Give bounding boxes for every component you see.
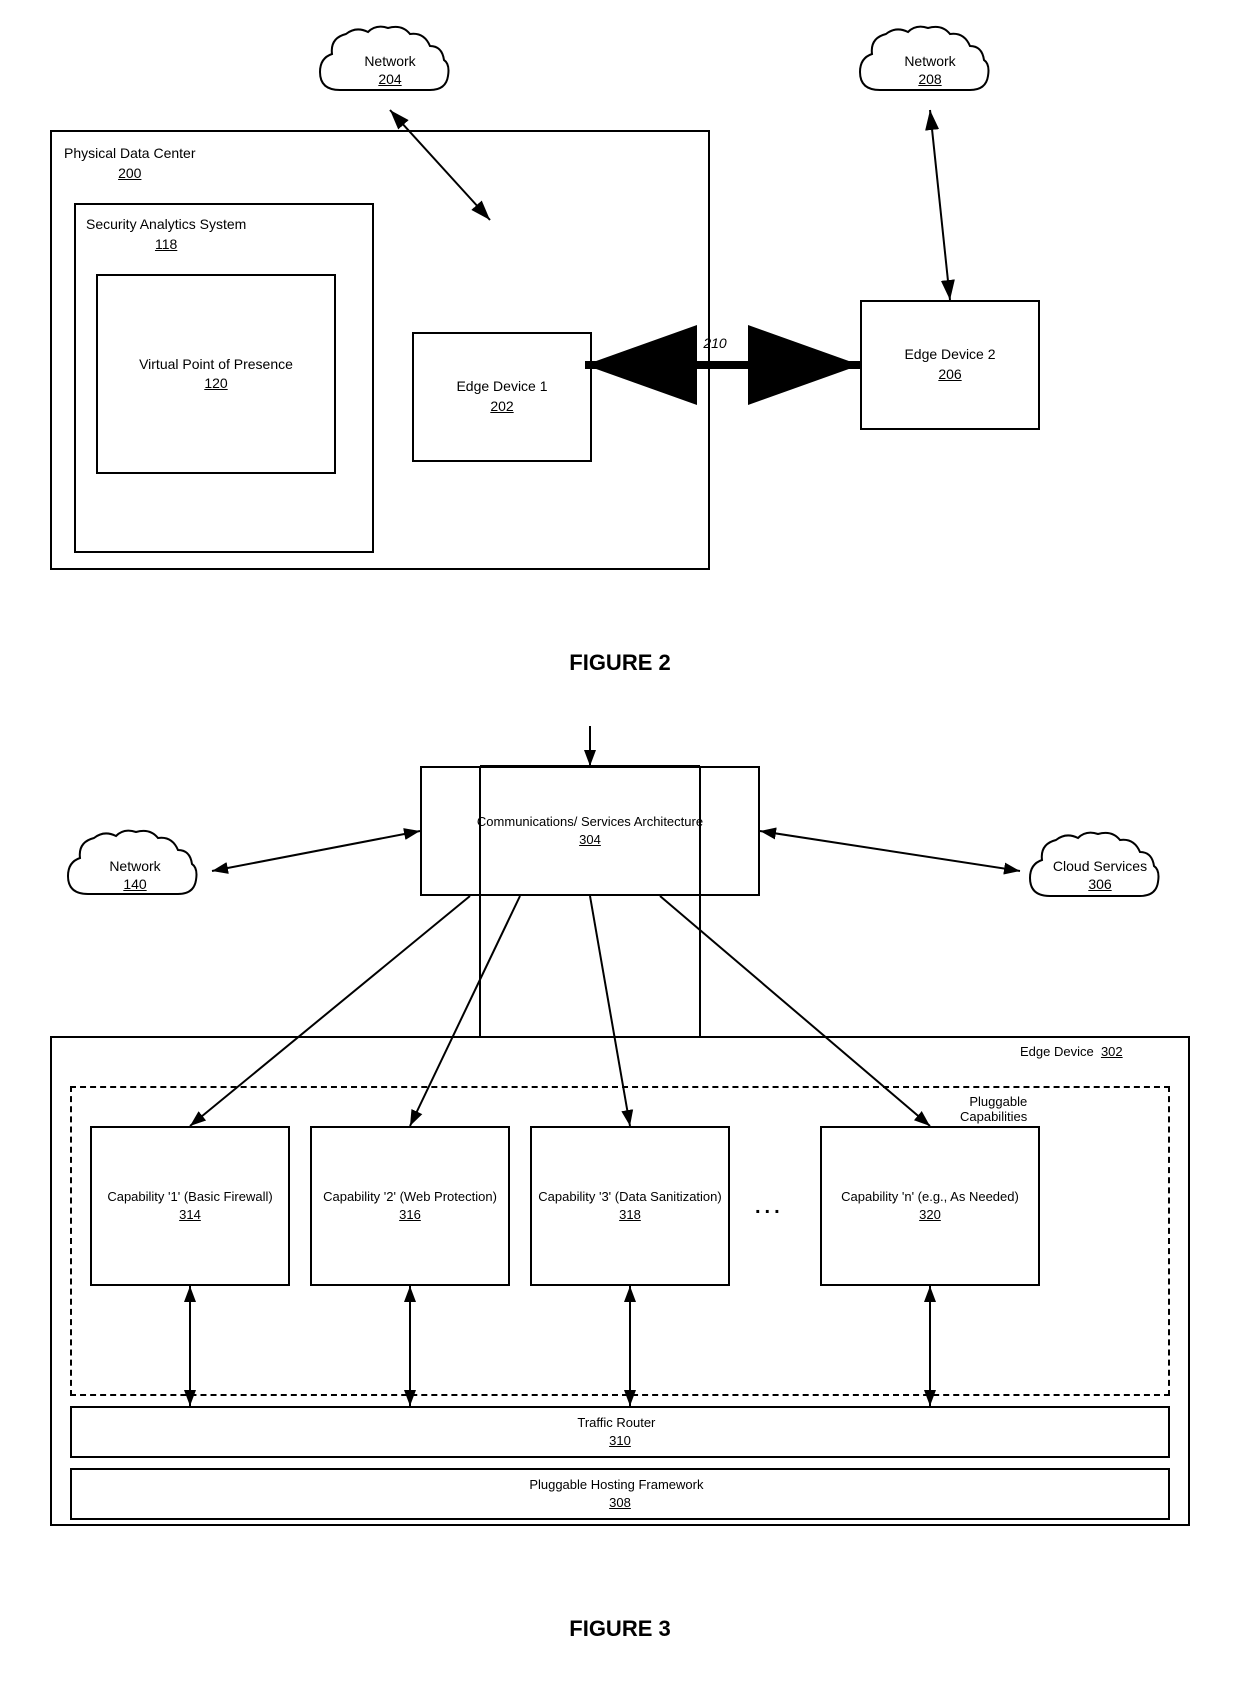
page: Network 204 Network 208 Physical Data Ce…	[0, 0, 1240, 1692]
comm-arch-box: Communications/ Services Architecture 30…	[420, 766, 760, 896]
pluggable-fw-box: Pluggable Hosting Framework 308	[70, 1468, 1170, 1520]
cap1-label: Capability '1' (Basic Firewall) 314	[107, 1188, 272, 1224]
traffic-router-box: Traffic Router 310	[70, 1406, 1170, 1458]
cloud-network140: Network 140	[60, 826, 210, 916]
network208-label: Network 208	[904, 42, 955, 88]
traffic-router-label: Traffic Router 310	[577, 1414, 662, 1450]
cap3-label: Capability '3' (Data Sanitization) 318	[538, 1188, 721, 1224]
network204-label: Network 204	[364, 42, 415, 88]
edge2-label: Edge Device 2 206	[904, 345, 995, 384]
figure2-title: FIGURE 2	[40, 650, 1200, 676]
edge2-box: Edge Device 2 206	[860, 300, 1040, 430]
security-analytics-box: Security Analytics System 118 Virtual Po…	[74, 203, 374, 553]
capN-label: Capability 'n' (e.g., As Needed) 320	[841, 1188, 1019, 1224]
cap3-box: Capability '3' (Data Sanitization) 318	[530, 1126, 730, 1286]
comm-arch-label: Communications/ Services Architecture 30…	[477, 813, 703, 849]
cloud-network204: Network 204	[310, 20, 470, 110]
security-analytics-label: Security Analytics System 118	[86, 215, 246, 254]
cap2-label: Capability '2' (Web Protection) 316	[323, 1188, 497, 1224]
capN-box: Capability 'n' (e.g., As Needed) 320	[820, 1126, 1040, 1286]
physical-dc-label: Physical Data Center 200	[64, 144, 196, 183]
cap2-box: Capability '2' (Web Protection) 316	[310, 1126, 510, 1286]
cloud-network208: Network 208	[850, 20, 1010, 110]
figure3-title: FIGURE 3	[40, 1616, 1200, 1642]
vpop-label: Virtual Point of Presence 120	[139, 355, 293, 394]
figure3-diagram: Network 140 Cloud Services 306 Communica…	[40, 706, 1200, 1606]
cloud-services-label: Cloud Services 306	[1053, 849, 1147, 893]
cap1-box: Capability '1' (Basic Firewall) 314	[90, 1126, 290, 1286]
cloud-services306: Cloud Services 306	[1020, 826, 1180, 916]
ellipsis: ...	[755, 1196, 784, 1219]
pluggable-fw-label: Pluggable Hosting Framework 308	[529, 1476, 710, 1512]
vpop-box: Virtual Point of Presence 120	[96, 274, 336, 474]
edge-device302-label: Edge Device 302	[1020, 1044, 1123, 1059]
network140-label: Network 140	[109, 849, 160, 893]
edge1-box: Edge Device 1 202	[412, 332, 592, 462]
figure2-diagram: Network 204 Network 208 Physical Data Ce…	[40, 20, 1200, 640]
physical-dc-box: Physical Data Center 200 Security Analyt…	[50, 130, 710, 570]
edge1-label: Edge Device 1 202	[456, 377, 547, 416]
